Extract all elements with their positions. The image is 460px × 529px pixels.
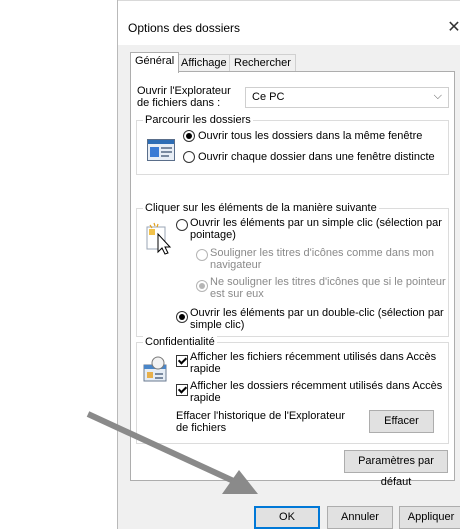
arrow-head [222,470,258,494]
arrow-shaft [86,411,242,487]
annotation-arrow [86,411,258,494]
tab-general[interactable]: Général [130,52,180,73]
